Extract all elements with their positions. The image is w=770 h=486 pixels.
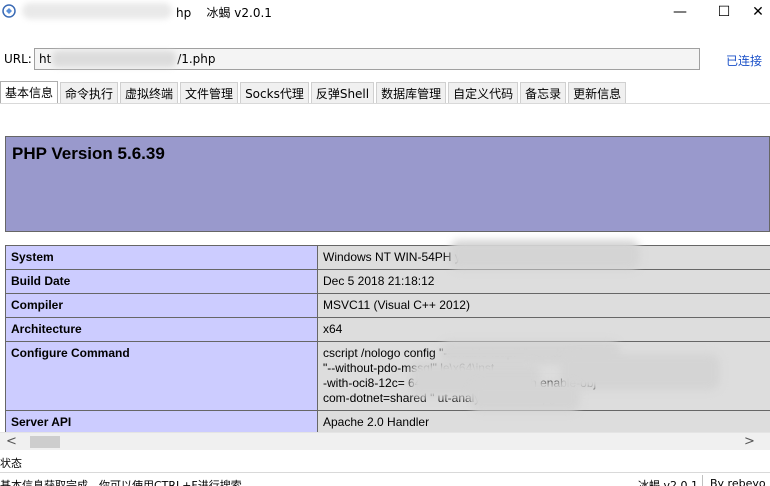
phpinfo-value-line: Dec 5 2018 21:18:12 (323, 274, 435, 288)
tab-bar: 基本信息 命令执行 虚拟终端 文件管理 Socks代理 反弹Shell 数据库管理 自定义代码… (0, 81, 770, 103)
maximize-button[interactable]: ☐ (702, 0, 746, 24)
url-label: URL: (4, 52, 32, 66)
tab-5[interactable]: 反弹Shell (310, 82, 375, 103)
php-header-banner: PHP Version 5.6.39 (5, 136, 770, 232)
phpinfo-key: System (5, 245, 318, 270)
phpinfo-row: Architecture x64 (5, 317, 770, 342)
phpinfo-value-line: x64 (323, 322, 343, 336)
status-message: 基本信息获取完成，你可以使用CTRL+F进行搜索 (0, 479, 242, 486)
phpinfo-value: MSVC11 (Visual C++ 2012) (317, 293, 770, 318)
minimize-button[interactable]: — (658, 0, 702, 24)
phpinfo-row: SystemWindows NT WIN-54PH ys Server 2012… (5, 245, 770, 270)
app-icon (2, 4, 16, 18)
phpinfo-pane: PHP Version 5.6.39 System Windows NT WIN-… (0, 104, 770, 432)
phpinfo-table: SystemWindows NT WIN-54PH ys Server 2012… (5, 245, 770, 432)
window-title: hp 冰蝎 v2.0.1 (176, 6, 272, 20)
phpinfo-value-line: Apache 2.0 Handler (323, 415, 430, 429)
close-button[interactable]: ✕ (746, 0, 770, 24)
phpinfo-row: Build Date Dec 5 2018 21:18:12 (5, 269, 770, 294)
status-divider (0, 472, 770, 473)
phpinfo-key: Architecture (5, 317, 318, 342)
phpinfo-key: Compiler (5, 293, 318, 318)
phpinfo-row: Compiler MSVC11 (Visual C++ 2012) (5, 293, 770, 318)
phpinfo-value: x64 (317, 317, 770, 342)
tab-9[interactable]: 更新信息 (568, 82, 627, 103)
tab-6[interactable]: 数据库管理 (376, 82, 447, 103)
redacted-url (52, 51, 176, 67)
phpinfo-key: Configure Command (5, 341, 318, 411)
phpinfo-key: Server API (5, 410, 318, 432)
redacted-configure (470, 382, 580, 412)
phpinfo-value-line: MSVC11 (Visual C++ 2012) (323, 298, 470, 312)
phpinfo-key: Build Date (5, 269, 318, 294)
scroll-right-icon[interactable]: > (744, 434, 755, 449)
phpinfo-row: Server API Apache 2.0 Handler (5, 410, 770, 432)
minimize-icon: — (673, 4, 687, 20)
title-bar: hp 冰蝎 v2.0.1 — ☐ ✕ (0, 0, 770, 24)
close-icon: ✕ (752, 4, 764, 20)
status-title: 状态 (0, 457, 22, 470)
connection-status-link[interactable]: 已连接 (726, 52, 762, 69)
tab-8[interactable]: 备忘录 (520, 82, 567, 103)
maximize-icon: ☐ (717, 4, 731, 20)
status-version: 冰蝎 v2.0.1 (638, 479, 698, 486)
tab-3[interactable]: 文件管理 (180, 82, 239, 103)
tab-2[interactable]: 虚拟终端 (120, 82, 179, 103)
php-version-title: PHP Version 5.6.39 (12, 144, 165, 163)
tab-4[interactable]: Socks代理 (240, 82, 309, 103)
scroll-left-icon[interactable]: < (6, 434, 17, 449)
tab-0[interactable]: 基本信息 (0, 81, 59, 103)
redacted-system (450, 240, 640, 270)
phpinfo-value: Apache 2.0 Handler (317, 410, 770, 432)
redacted-title (22, 3, 172, 19)
redacted-configure (560, 354, 720, 390)
scroll-thumb[interactable] (30, 436, 60, 448)
status-separator (702, 475, 703, 486)
tab-1[interactable]: 命令执行 (60, 82, 119, 103)
phpinfo-value: Dec 5 2018 21:18:12 (317, 269, 770, 294)
status-author: By rebeyo (710, 477, 766, 486)
horizontal-scrollbar[interactable]: < > (0, 432, 770, 450)
tab-7[interactable]: 自定义代码 (448, 82, 519, 103)
